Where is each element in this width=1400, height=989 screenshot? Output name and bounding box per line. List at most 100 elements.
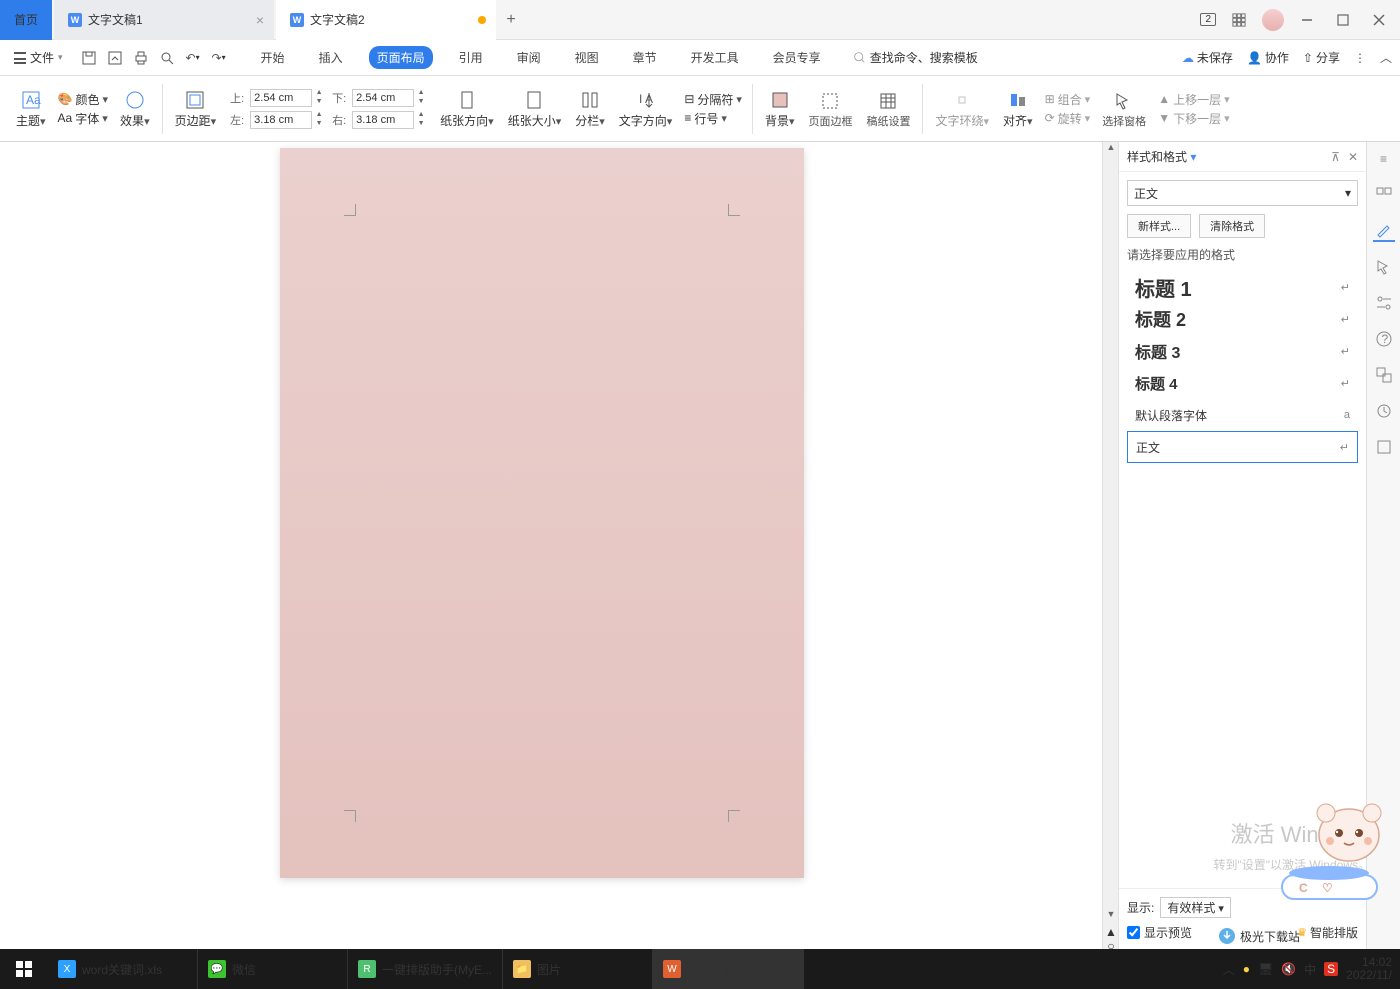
- margin-left-field[interactable]: 左:▲▼: [230, 111, 324, 129]
- ribbon-tab-1[interactable]: 插入: [311, 46, 351, 69]
- scroll-down-icon[interactable]: ▼: [1103, 909, 1119, 925]
- tray-display-icon[interactable]: 🖥: [1258, 962, 1273, 976]
- vertical-scrollbar[interactable]: ▲ ▼ ▲○▼: [1102, 142, 1118, 949]
- style-item[interactable]: 默认段落字体a: [1127, 399, 1358, 431]
- columns-button[interactable]: 分栏▾: [569, 79, 611, 139]
- pin-icon[interactable]: ⊼: [1331, 150, 1340, 164]
- more-icon[interactable]: ⋮: [1354, 51, 1366, 65]
- start-button[interactable]: [0, 949, 48, 989]
- apps-icon[interactable]: [1226, 7, 1252, 33]
- close-button[interactable]: [1366, 7, 1392, 33]
- tab-home[interactable]: 首页: [0, 0, 52, 40]
- breaks-button[interactable]: ⊟分隔符▾: [684, 91, 742, 108]
- save-icon[interactable]: [79, 48, 99, 68]
- group-button[interactable]: ⊞组合▾: [1045, 91, 1091, 108]
- margin-bottom-field[interactable]: 下:▲▼: [332, 89, 426, 107]
- align-button[interactable]: 对齐▾: [997, 79, 1039, 139]
- paper-button[interactable]: 稿纸设置: [860, 79, 916, 139]
- rotate-button[interactable]: ⟳旋转▾: [1045, 110, 1091, 127]
- page[interactable]: [280, 148, 804, 878]
- minimize-button[interactable]: [1294, 7, 1320, 33]
- preview-checkbox[interactable]: 显示预览: [1127, 924, 1192, 941]
- ribbon-tab-7[interactable]: 开发工具: [683, 46, 747, 69]
- style-item[interactable]: 标题 3↵: [1127, 335, 1358, 367]
- ribbon-tab-8[interactable]: 会员专享: [765, 46, 829, 69]
- maximize-button[interactable]: [1330, 7, 1356, 33]
- search-box[interactable]: 查找命令、搜索模板: [853, 49, 978, 66]
- sidebar-proof-icon[interactable]: [1373, 436, 1395, 458]
- current-style-combo[interactable]: 正文▾: [1127, 180, 1358, 206]
- unsaved-button[interactable]: ☁未保存: [1182, 49, 1233, 66]
- smart-layout-button[interactable]: ♛智能排版: [1297, 924, 1358, 941]
- margin-top-input[interactable]: [250, 89, 312, 107]
- sidebar-clock-icon[interactable]: [1373, 400, 1395, 422]
- margin-right-field[interactable]: 右:▲▼: [332, 111, 426, 129]
- background-button[interactable]: 背景▾: [759, 79, 801, 139]
- margin-top-field[interactable]: 上:▲▼: [230, 89, 324, 107]
- sidebar-help-icon[interactable]: ?: [1373, 328, 1395, 350]
- stepper-down-icon[interactable]: ▼: [416, 120, 426, 129]
- sidebar-translate-icon[interactable]: [1373, 364, 1395, 386]
- document-area[interactable]: [0, 142, 1102, 949]
- ribbon-tab-2[interactable]: 页面布局: [369, 46, 433, 69]
- tray-sogou-icon[interactable]: S: [1324, 962, 1338, 976]
- sidebar-settings-icon[interactable]: [1373, 292, 1395, 314]
- stepper-down-icon[interactable]: ▼: [416, 98, 426, 107]
- close-icon[interactable]: ×: [256, 12, 264, 28]
- preview-check-input[interactable]: [1127, 926, 1140, 939]
- close-icon[interactable]: ✕: [1348, 150, 1358, 164]
- scale-indicator[interactable]: 2: [1200, 13, 1216, 26]
- taskbar-item[interactable]: W文字文稿2 - WPS ...: [653, 949, 804, 989]
- ribbon-tab-5[interactable]: 视图: [567, 46, 607, 69]
- style-item[interactable]: 标题 2↵: [1127, 303, 1358, 335]
- collab-button[interactable]: 👤协作: [1247, 49, 1289, 66]
- pageborder-button[interactable]: 页面边框: [802, 79, 858, 139]
- effect-button[interactable]: 效果▾: [114, 79, 156, 139]
- scroll-nav[interactable]: ▲○▼: [1103, 925, 1119, 949]
- sidebar-gallery-icon[interactable]: [1373, 184, 1395, 206]
- margin-button[interactable]: 页边距▾: [169, 79, 223, 139]
- tray-clock[interactable]: 14:022022/11/: [1346, 956, 1392, 982]
- moveup-button[interactable]: ▲上移一层▾: [1158, 91, 1229, 108]
- font-button[interactable]: Aa字体▾: [58, 110, 109, 127]
- taskbar-item[interactable]: R一键排版助手(MyE...: [348, 949, 503, 989]
- wrap-button[interactable]: 文字环绕▾: [929, 79, 995, 139]
- tray-chevron-icon[interactable]: ︿: [1223, 961, 1235, 978]
- textdir-button[interactable]: I A文字方向▾: [613, 79, 679, 139]
- margin-left-input[interactable]: [250, 111, 312, 129]
- undo-icon[interactable]: ↶▾: [183, 48, 203, 68]
- stepper-down-icon[interactable]: ▼: [314, 120, 324, 129]
- file-menu[interactable]: 文件 ▾: [8, 47, 69, 68]
- ribbon-tab-4[interactable]: 审阅: [509, 46, 549, 69]
- print-icon[interactable]: [131, 48, 151, 68]
- stepper-up-icon[interactable]: ▲: [416, 89, 426, 98]
- taskbar-item[interactable]: Xword关键词.xls: [48, 949, 198, 989]
- collapse-ribbon-icon[interactable]: ︿: [1380, 49, 1392, 66]
- stepper-up-icon[interactable]: ▲: [416, 111, 426, 120]
- sidebar-select-icon[interactable]: [1373, 256, 1395, 278]
- panel-title[interactable]: 样式和格式 ▾: [1127, 148, 1196, 165]
- scroll-up-icon[interactable]: ▲: [1103, 142, 1119, 158]
- new-tab-button[interactable]: +: [496, 11, 526, 29]
- margin-bottom-input[interactable]: [352, 89, 414, 107]
- stepper-up-icon[interactable]: ▲: [314, 89, 324, 98]
- taskbar-item[interactable]: 📁图片: [503, 949, 653, 989]
- save-as-icon[interactable]: [105, 48, 125, 68]
- avatar[interactable]: [1262, 9, 1284, 31]
- ribbon-tab-6[interactable]: 章节: [625, 46, 665, 69]
- ribbon-tab-0[interactable]: 开始: [253, 46, 293, 69]
- tab-doc2[interactable]: W 文字文稿2: [276, 0, 496, 40]
- orientation-button[interactable]: 纸张方向▾: [434, 79, 500, 139]
- theme-button[interactable]: Aa主题▾: [10, 79, 52, 139]
- lineno-button[interactable]: ≡行号▾: [684, 110, 742, 127]
- papersize-button[interactable]: 纸张大小▾: [502, 79, 568, 139]
- margin-right-input[interactable]: [352, 111, 414, 129]
- stepper-up-icon[interactable]: ▲: [314, 111, 324, 120]
- tray-volume-icon[interactable]: 🔇: [1281, 962, 1296, 976]
- redo-icon[interactable]: ↷▾: [209, 48, 229, 68]
- style-item[interactable]: 标题 4↵: [1127, 367, 1358, 399]
- clear-format-button[interactable]: 清除格式: [1199, 214, 1265, 238]
- tray-ime[interactable]: 中: [1304, 961, 1316, 978]
- style-item[interactable]: 标题 1↵: [1127, 271, 1358, 303]
- tray-security-icon[interactable]: ●: [1243, 962, 1250, 976]
